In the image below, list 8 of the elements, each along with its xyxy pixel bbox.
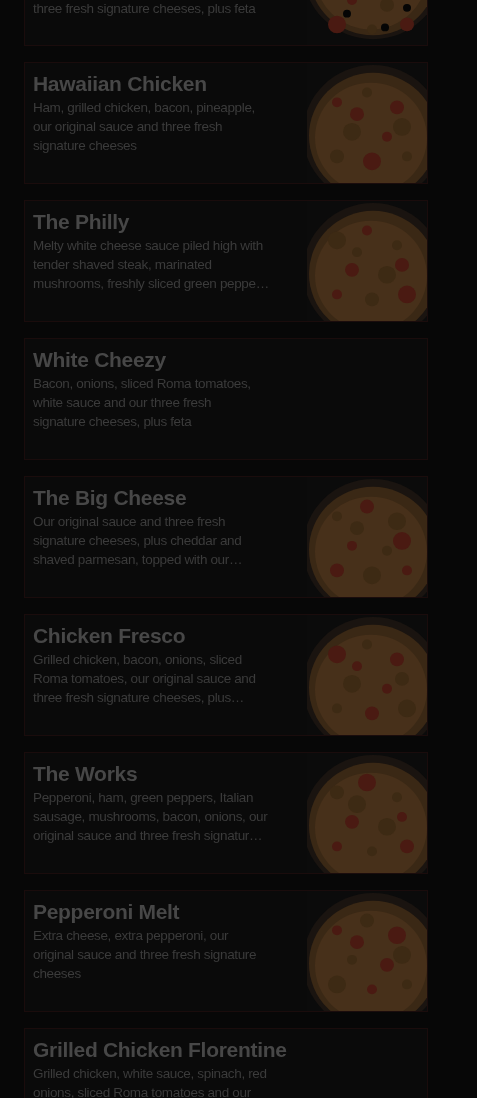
pizza-title: The Works [33,761,139,787]
pizza-title: Pepperoni Melt [33,899,181,925]
pizza-title: Hawaiian Chicken [33,71,208,97]
pizza-title: The Philly [33,209,131,235]
pizza-title: The Big Cheese [33,485,188,511]
pizza-title: White Cheezy [33,347,167,373]
pizza-title: Grilled Chicken Florentine [33,1037,288,1063]
pizza-title: Chicken Fresco [33,623,187,649]
